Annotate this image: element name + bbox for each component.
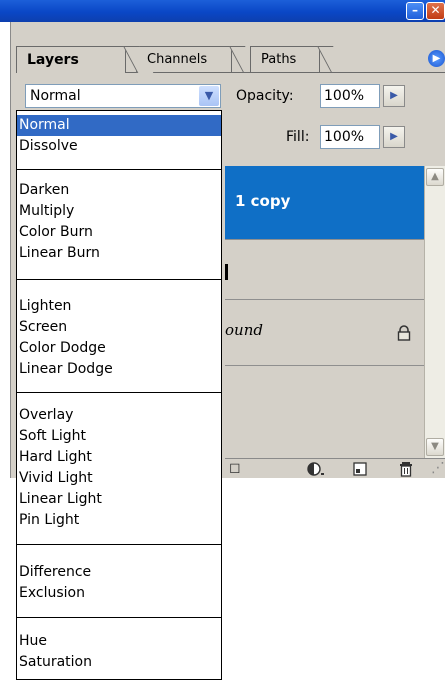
new-layer-icon[interactable] xyxy=(353,462,367,476)
blend-mode-dropdown-list: Normal Dissolve Darken Multiply Color Bu… xyxy=(16,110,222,680)
fill-label: Fill: xyxy=(286,129,310,145)
blend-option-soft-light[interactable]: Soft Light xyxy=(17,426,221,447)
layer-name: 1 copy xyxy=(235,192,291,210)
layer-row-1[interactable]: 1 copy xyxy=(225,166,425,240)
lock-icon xyxy=(397,325,411,341)
blend-option-difference[interactable]: Difference xyxy=(17,562,221,583)
fill-value: 100% xyxy=(324,129,365,145)
fill-input[interactable]: 100% xyxy=(320,125,380,149)
layers-toolbar: ◻ ⋰ xyxy=(225,458,445,478)
opacity-input[interactable]: 100% xyxy=(320,84,380,108)
blend-option-dissolve[interactable]: Dissolve xyxy=(17,136,221,157)
blend-mode-select[interactable]: Normal ▼ xyxy=(25,84,221,108)
group-separator xyxy=(17,279,221,280)
window-titlebar: – ✕ xyxy=(0,0,445,22)
blend-option-darken[interactable]: Darken xyxy=(17,180,221,201)
panel-menu-icon[interactable]: ▶ xyxy=(428,50,445,67)
resize-grip-icon[interactable]: ⋰ xyxy=(431,460,445,477)
layer-row-2[interactable] xyxy=(225,240,425,300)
close-icon[interactable]: ✕ xyxy=(426,2,445,20)
group-separator xyxy=(17,544,221,545)
blend-option-saturation[interactable]: Saturation xyxy=(17,652,221,673)
fill-stepper-icon[interactable]: ▶ xyxy=(383,126,405,148)
blend-mode-value: Normal xyxy=(30,88,81,104)
group-separator xyxy=(17,169,221,170)
layer-name: ound xyxy=(225,321,263,339)
opacity-value: 100% xyxy=(324,88,365,104)
layer-mask-icon[interactable]: ◻ xyxy=(229,460,241,477)
layer-list-scrollbar[interactable]: ▲ ▼ xyxy=(424,166,445,458)
blend-option-screen[interactable]: Screen xyxy=(17,317,221,338)
tab-paths-label: Paths xyxy=(261,52,297,67)
scroll-down-icon[interactable]: ▼ xyxy=(426,438,444,456)
blend-option-pin-light[interactable]: Pin Light xyxy=(17,510,221,531)
tab-channels-label: Channels xyxy=(147,52,208,67)
blend-option-vivid-light[interactable]: Vivid Light xyxy=(17,468,221,489)
minimize-icon[interactable]: – xyxy=(406,2,424,20)
blend-option-color-dodge[interactable]: Color Dodge xyxy=(17,338,221,359)
blend-option-linear-burn[interactable]: Linear Burn xyxy=(17,243,221,264)
blend-option-hard-light[interactable]: Hard Light xyxy=(17,447,221,468)
tab-paths[interactable]: Paths xyxy=(250,46,348,73)
scroll-up-icon[interactable]: ▲ xyxy=(426,168,444,186)
blend-option-lighten[interactable]: Lighten xyxy=(17,296,221,317)
group-separator xyxy=(17,392,221,393)
tab-layers-label: Layers xyxy=(27,52,79,68)
adjustment-layer-icon[interactable] xyxy=(307,461,325,477)
blend-option-linear-light[interactable]: Linear Light xyxy=(17,489,221,510)
blend-option-linear-dodge[interactable]: Linear Dodge xyxy=(17,359,221,380)
group-separator xyxy=(17,617,221,618)
blend-option-exclusion[interactable]: Exclusion xyxy=(17,583,221,604)
blend-option-hue[interactable]: Hue xyxy=(17,631,221,652)
chevron-down-icon[interactable]: ▼ xyxy=(199,86,219,106)
tab-layers[interactable]: Layers xyxy=(16,46,154,73)
opacity-label: Opacity: xyxy=(236,88,294,104)
blend-option-color-burn[interactable]: Color Burn xyxy=(17,222,221,243)
opacity-stepper-icon[interactable]: ▶ xyxy=(383,85,405,107)
blend-option-normal[interactable]: Normal xyxy=(17,115,221,136)
layer-thumbnail-edge xyxy=(225,264,228,280)
layer-row-background[interactable]: ound xyxy=(225,300,425,366)
layer-list: 1 copy ound xyxy=(225,166,425,458)
layer-row-4[interactable] xyxy=(225,366,425,458)
blend-option-multiply[interactable]: Multiply xyxy=(17,201,221,222)
trash-icon[interactable] xyxy=(399,461,413,477)
blend-option-overlay[interactable]: Overlay xyxy=(17,405,221,426)
